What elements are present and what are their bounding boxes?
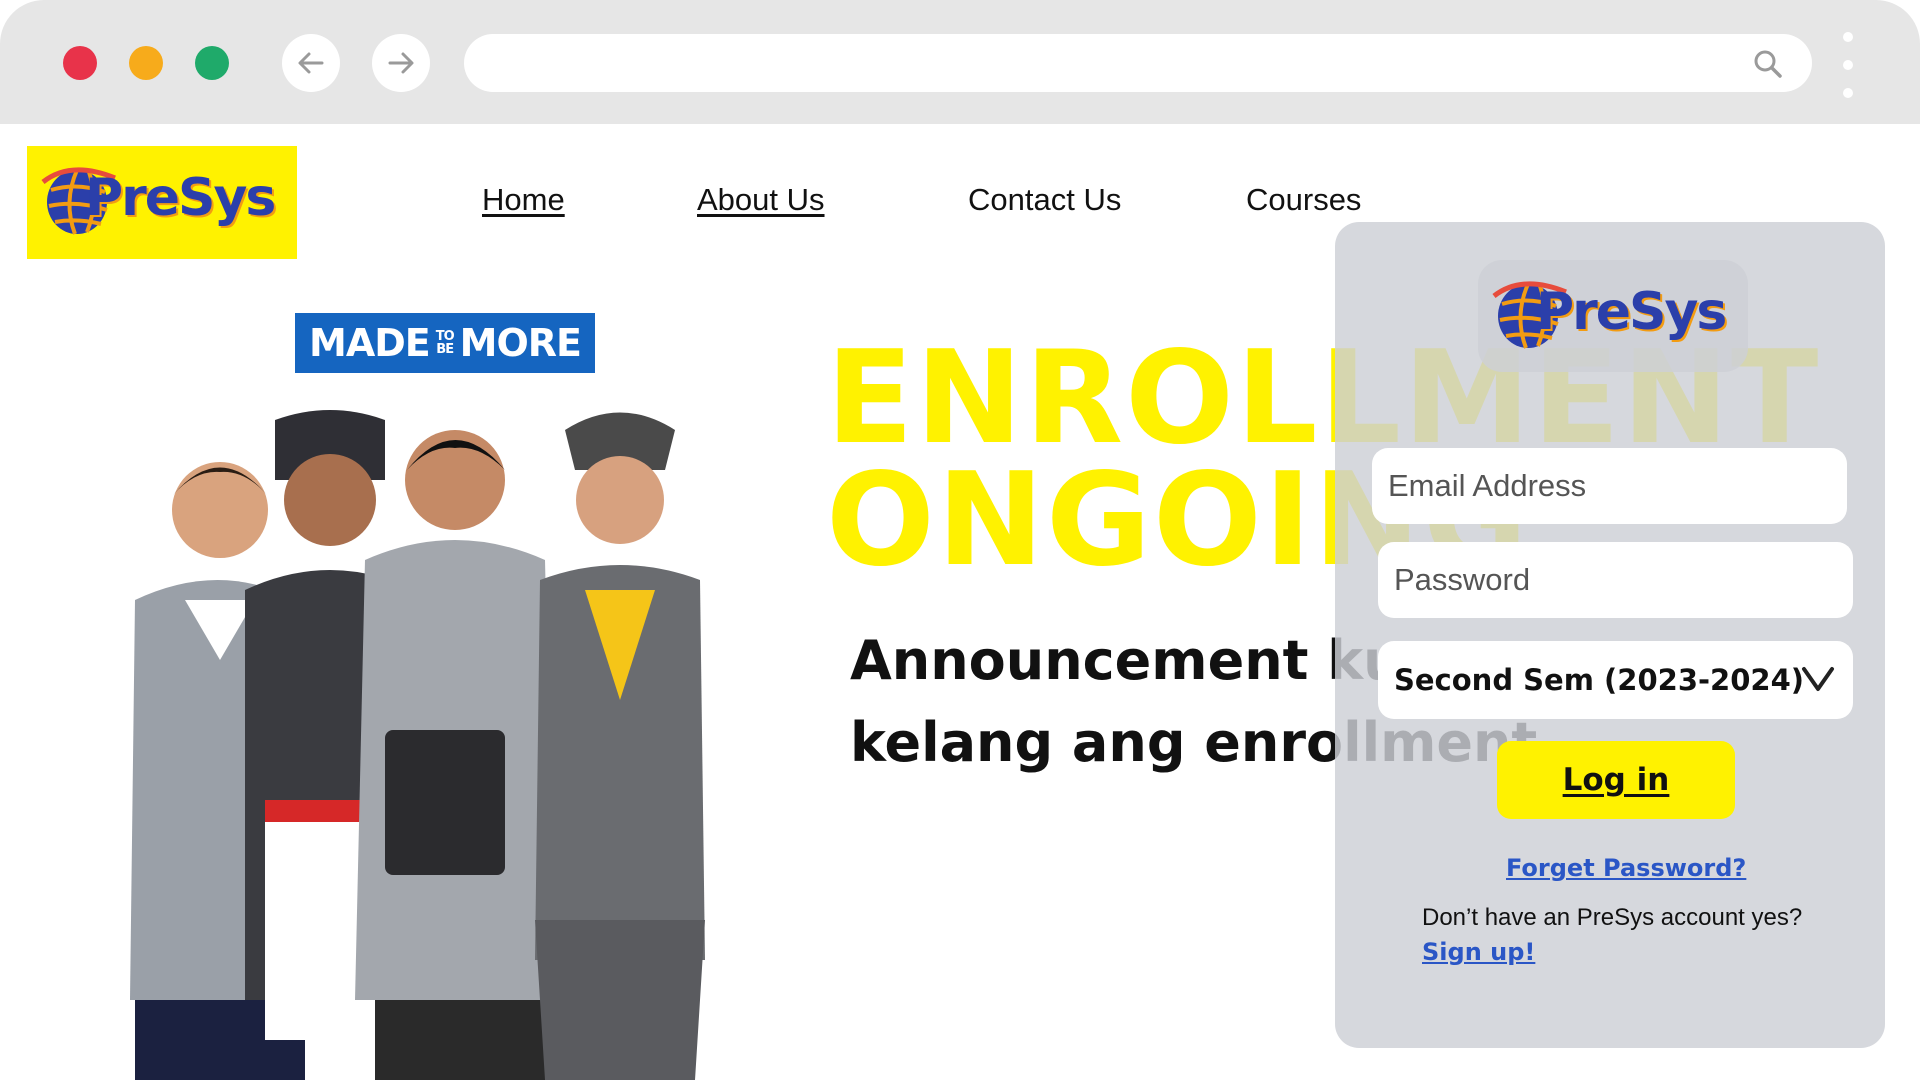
login-button[interactable]: Log in <box>1497 741 1735 819</box>
browser-chrome <box>0 0 1920 124</box>
signup-prompt: Don’t have an PreSys account yes? Sign u… <box>1422 900 1822 970</box>
nav-courses[interactable]: Courses <box>1246 182 1361 218</box>
close-window-button[interactable] <box>63 46 97 80</box>
maximize-window-button[interactable] <box>195 46 229 80</box>
nav-home[interactable]: Home <box>482 182 565 218</box>
minimize-window-button[interactable] <box>129 46 163 80</box>
nav-about-us[interactable]: About Us <box>697 182 825 218</box>
email-input[interactable] <box>1372 448 1847 524</box>
signup-link[interactable]: Sign up! <box>1422 938 1535 966</box>
back-button[interactable] <box>282 34 340 92</box>
semester-select[interactable]: Second Sem (2023-2024) <box>1378 641 1853 719</box>
chevron-down-icon <box>1802 667 1834 691</box>
forward-button[interactable] <box>372 34 430 92</box>
nav-contact-us[interactable]: Contact Us <box>968 182 1121 218</box>
back-arrow-icon <box>298 52 324 74</box>
no-account-text: Don’t have an PreSys account yes? <box>1422 904 1803 931</box>
presys-logo[interactable]: PreSys <box>27 146 297 259</box>
forget-password-link[interactable]: Forget Password? <box>1506 854 1746 882</box>
semester-value: Second Sem (2023-2024) <box>1394 663 1805 697</box>
password-input[interactable] <box>1378 542 1853 618</box>
made-to-be-more-badge: MADE TO BE MORE <box>295 313 595 373</box>
student-3 <box>355 430 555 1080</box>
address-bar[interactable] <box>464 34 1812 92</box>
search-icon[interactable] <box>1752 48 1784 80</box>
student-4 <box>535 412 705 1080</box>
kebab-menu-icon[interactable] <box>1838 32 1858 98</box>
panel-logo: PreSys <box>1478 260 1748 372</box>
students-photo <box>130 410 705 1080</box>
logo-text: PreSys <box>85 168 276 228</box>
forward-arrow-icon <box>388 52 414 74</box>
logo-text: PreSys <box>1536 282 1727 342</box>
